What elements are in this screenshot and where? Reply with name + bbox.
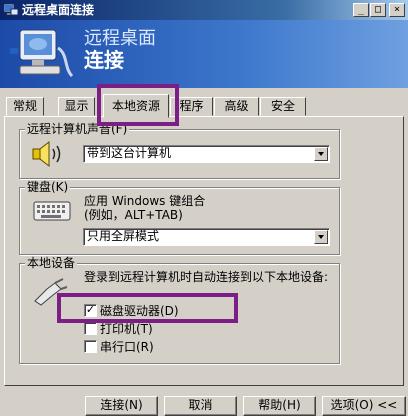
close-button[interactable]: × [389,3,405,17]
highlight-checkbox-box [57,293,238,323]
serial-ports-checkbox[interactable] [84,340,97,353]
window-title: 远程桌面连接 [22,3,95,17]
serial-ports-label[interactable]: 串行口(R) [100,340,154,354]
banner-subtitle: 连接 [84,48,124,72]
minimize-button[interactable]: _ [353,3,369,17]
remote-desktop-app-icon [3,2,19,18]
chevron-down-icon[interactable] [314,147,328,161]
highlight-tab-box [97,84,179,126]
keyboard-select[interactable]: 只用全屏模式 [83,228,330,246]
banner-title: 远程桌面 [84,28,156,49]
speaker-icon [29,139,69,169]
options-button[interactable]: 选项(O) << [322,396,406,416]
tab-advanced[interactable]: 高级 [214,97,259,116]
tab-display[interactable]: 显示 [58,97,95,116]
connect-button[interactable]: 连接(N) [85,396,158,416]
printers-label[interactable]: 打印机(T) [100,322,153,336]
chevron-down-icon[interactable] [314,230,328,244]
keyboard-group-label: 键盘(K) [25,180,71,194]
keyboard-description: 应用 Windows 键组合 [84,194,206,208]
keyboard-select-value: 只用全屏模式 [87,229,160,243]
tab-security[interactable]: 安全 [260,97,306,116]
keyboard-description-example: (例如，ALT+TAB) [84,208,183,222]
sound-select[interactable]: 带到这台计算机 [83,145,330,163]
tab-general[interactable]: 常规 [6,97,44,116]
cancel-button[interactable]: 取消 [164,396,237,416]
computer-connection-icon [6,24,80,86]
devices-description: 登录到远程计算机时自动连接到以下本地设备: [84,270,329,284]
printers-checkbox[interactable] [84,322,97,335]
sound-select-value: 带到这台计算机 [87,146,172,160]
maximize-button[interactable]: □ [370,3,386,17]
keyboard-icon [33,196,73,226]
help-button[interactable]: 帮助(H) [243,396,316,416]
devices-group-label: 本地设备 [25,256,78,270]
